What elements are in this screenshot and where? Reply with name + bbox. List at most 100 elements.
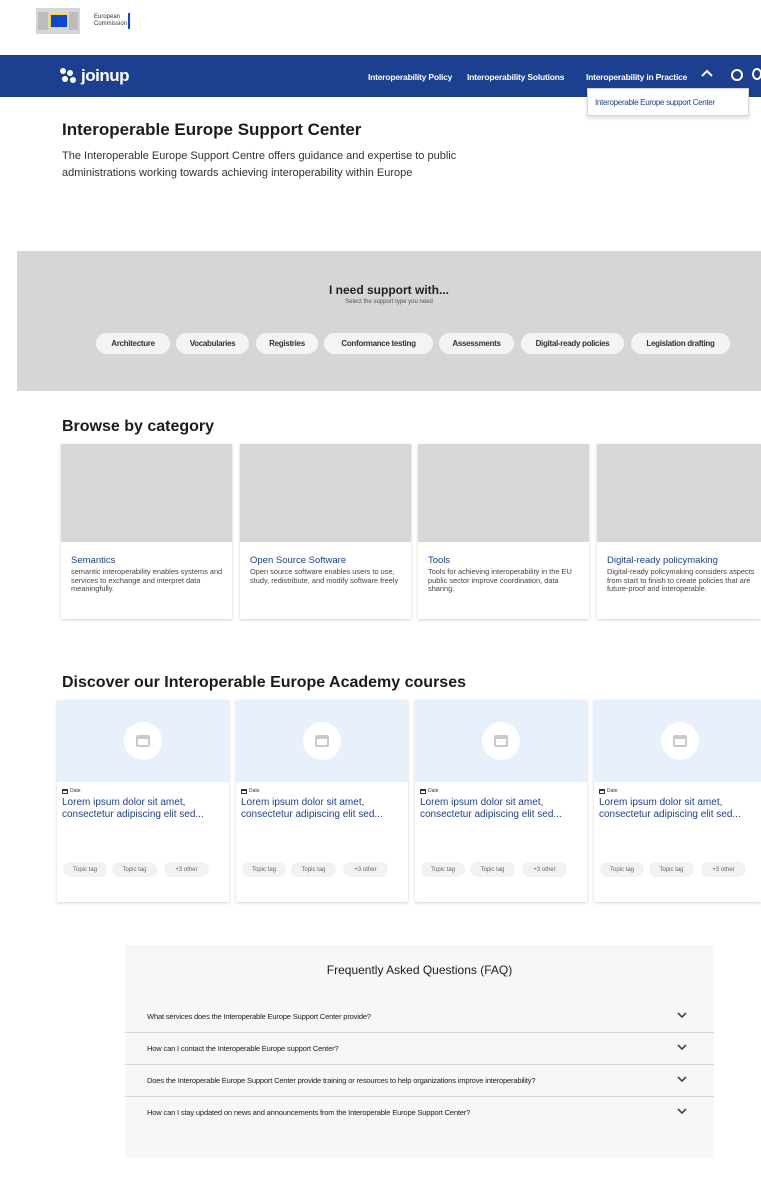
course-date-label: Date bbox=[70, 788, 81, 794]
date-icon bbox=[62, 788, 68, 794]
topic-tag[interactable]: Topic tag bbox=[649, 862, 694, 877]
category-title: Digital-ready policymaking bbox=[607, 555, 718, 566]
date-icon bbox=[241, 788, 247, 794]
course-date-label: Date bbox=[607, 788, 618, 794]
support-option-conformance-testing[interactable]: Conformance testing bbox=[324, 333, 433, 354]
category-image bbox=[597, 444, 761, 542]
support-option-legislation-drafting[interactable]: Legislation drafting bbox=[631, 333, 730, 354]
nav-item-interoperability-in-practice[interactable]: Interoperability in Practice bbox=[586, 72, 687, 82]
category-card-open-source-software[interactable]: Open Source Software Open source softwar… bbox=[240, 444, 411, 619]
course-image bbox=[415, 700, 587, 782]
faq-question: What services does the Interoperable Eur… bbox=[147, 1012, 371, 1021]
date-icon bbox=[599, 788, 605, 794]
topic-tag[interactable]: Topic tag bbox=[63, 862, 107, 877]
category-card-semantics[interactable]: Semantics semantic interoperability enab… bbox=[61, 444, 232, 619]
faq-section: Frequently Asked Questions (FAQ) What se… bbox=[125, 945, 714, 1158]
course-image bbox=[594, 700, 761, 782]
topic-tag[interactable]: Topic tag bbox=[112, 862, 157, 877]
category-description: Tools for achieving interoperability in … bbox=[428, 567, 572, 594]
chevron-down-icon[interactable] bbox=[677, 1107, 687, 1115]
course-card[interactable]: Date Lorem ipsum dolor sit amet, consect… bbox=[594, 700, 761, 902]
user-icon[interactable] bbox=[731, 69, 743, 81]
course-card[interactable]: Date Lorem ipsum dolor sit amet, consect… bbox=[236, 700, 408, 902]
category-title: Tools bbox=[428, 555, 451, 566]
category-card-tools[interactable]: Tools Tools for achieving interoperabili… bbox=[418, 444, 589, 619]
topic-tag[interactable]: Topic tag bbox=[600, 862, 644, 877]
support-section: I need support with... Select the suppor… bbox=[17, 251, 761, 391]
topic-tag-more[interactable]: +3 other bbox=[164, 862, 209, 877]
calendar-icon bbox=[482, 722, 520, 760]
support-option-vocabularies[interactable]: Vocabularies bbox=[176, 333, 249, 354]
category-title: Semantics bbox=[71, 555, 116, 566]
topic-tag[interactable]: Topic tag bbox=[470, 862, 515, 877]
faq-item[interactable]: How can I stay updated on news and annou… bbox=[125, 1097, 714, 1129]
page-title: Interoperable Europe Support Center bbox=[62, 120, 362, 139]
course-date-label: Date bbox=[249, 788, 260, 794]
nav-dropdown-menu: Interoperable Europe support Center bbox=[587, 88, 749, 116]
ec-logo-text-line2: Commission bbox=[94, 21, 128, 27]
faq-item[interactable]: Does the Interoperable Europe Support Ce… bbox=[125, 1065, 714, 1097]
logo-building-left bbox=[38, 12, 48, 30]
course-title: Lorem ipsum dolor sit amet, consectetur … bbox=[599, 797, 741, 820]
category-image bbox=[240, 444, 411, 542]
course-date-label: Date bbox=[428, 788, 439, 794]
calendar-icon bbox=[124, 722, 162, 760]
ec-header: European Commission bbox=[0, 0, 761, 55]
courses-heading: Discover our Interoperable Europe Academ… bbox=[62, 674, 466, 691]
page-description: The Interoperable Europe Support Centre … bbox=[62, 150, 457, 179]
chevron-up-icon[interactable] bbox=[701, 68, 713, 78]
category-card-digital-ready-policymaking[interactable]: Digital-ready policymaking Digital-ready… bbox=[597, 444, 761, 619]
calendar-icon bbox=[303, 722, 341, 760]
support-option-assessments[interactable]: Assessments bbox=[439, 333, 514, 354]
ec-logo-text: European Commission bbox=[94, 14, 127, 28]
topic-tag-more[interactable]: +3 other bbox=[522, 862, 567, 877]
support-option-digital-ready-policies[interactable]: Digital-ready policies bbox=[521, 333, 624, 354]
faq-question: How can I contact the Interoperable Euro… bbox=[147, 1044, 339, 1053]
course-card[interactable]: Date Lorem ipsum dolor sit amet, consect… bbox=[57, 700, 229, 902]
chevron-down-icon[interactable] bbox=[677, 1075, 687, 1083]
faq-item[interactable]: What services does the Interoperable Eur… bbox=[125, 1001, 714, 1033]
brand-name: joinup bbox=[81, 66, 129, 85]
nav-item-interoperability-solutions[interactable]: Interoperability Solutions bbox=[467, 72, 564, 82]
ec-logo-divider bbox=[128, 13, 130, 29]
search-icon[interactable] bbox=[752, 68, 761, 80]
topic-tag-more[interactable]: +3 other bbox=[701, 862, 746, 877]
faq-question: Does the Interoperable Europe Support Ce… bbox=[147, 1076, 536, 1085]
joinup-mark-icon bbox=[60, 68, 78, 84]
category-image bbox=[61, 444, 232, 542]
course-title: Lorem ipsum dolor sit amet, consectetur … bbox=[62, 797, 204, 820]
category-description: Digital-ready policymaking considers asp… bbox=[607, 567, 755, 594]
topic-tag[interactable]: Topic tag bbox=[421, 862, 465, 877]
course-date: Date bbox=[599, 788, 618, 794]
category-title: Open Source Software bbox=[250, 555, 347, 566]
support-title: I need support with... bbox=[329, 283, 449, 297]
topic-tag-more[interactable]: +3 other bbox=[343, 862, 388, 877]
course-image bbox=[57, 700, 229, 782]
course-card[interactable]: Date Lorem ipsum dolor sit amet, consect… bbox=[415, 700, 587, 902]
faq-question: How can I stay updated on news and annou… bbox=[147, 1108, 471, 1117]
european-commission-logo[interactable] bbox=[36, 8, 80, 34]
ec-logo-text-line1: European bbox=[94, 14, 121, 20]
topic-tag[interactable]: Topic tag bbox=[242, 862, 286, 877]
support-option-architecture[interactable]: Architecture bbox=[96, 333, 170, 354]
category-description: semantic interoperability enables system… bbox=[71, 567, 223, 594]
topic-tag[interactable]: Topic tag bbox=[291, 862, 336, 877]
category-image bbox=[418, 444, 589, 542]
course-title: Lorem ipsum dolor sit amet, consectetur … bbox=[241, 797, 383, 820]
faq-item[interactable]: How can I contact the Interoperable Euro… bbox=[125, 1033, 714, 1065]
course-image bbox=[236, 700, 408, 782]
chevron-down-icon[interactable] bbox=[677, 1011, 687, 1019]
course-title: Lorem ipsum dolor sit amet, consectetur … bbox=[420, 797, 562, 820]
date-icon bbox=[420, 788, 426, 794]
logo-building-right bbox=[69, 12, 78, 30]
dropdown-item-support-center[interactable]: Interoperable Europe support Center bbox=[595, 98, 715, 107]
support-option-registries[interactable]: Registries bbox=[256, 333, 318, 354]
faq-title: Frequently Asked Questions (FAQ) bbox=[326, 963, 513, 977]
browse-heading: Browse by category bbox=[62, 418, 215, 435]
eu-flag-icon bbox=[50, 14, 68, 28]
course-date: Date bbox=[62, 788, 81, 794]
nav-item-interoperability-policy[interactable]: Interoperability Policy bbox=[368, 72, 452, 82]
chevron-down-icon[interactable] bbox=[677, 1043, 687, 1051]
joinup-logo[interactable]: joinup bbox=[60, 65, 129, 87]
course-date: Date bbox=[241, 788, 260, 794]
